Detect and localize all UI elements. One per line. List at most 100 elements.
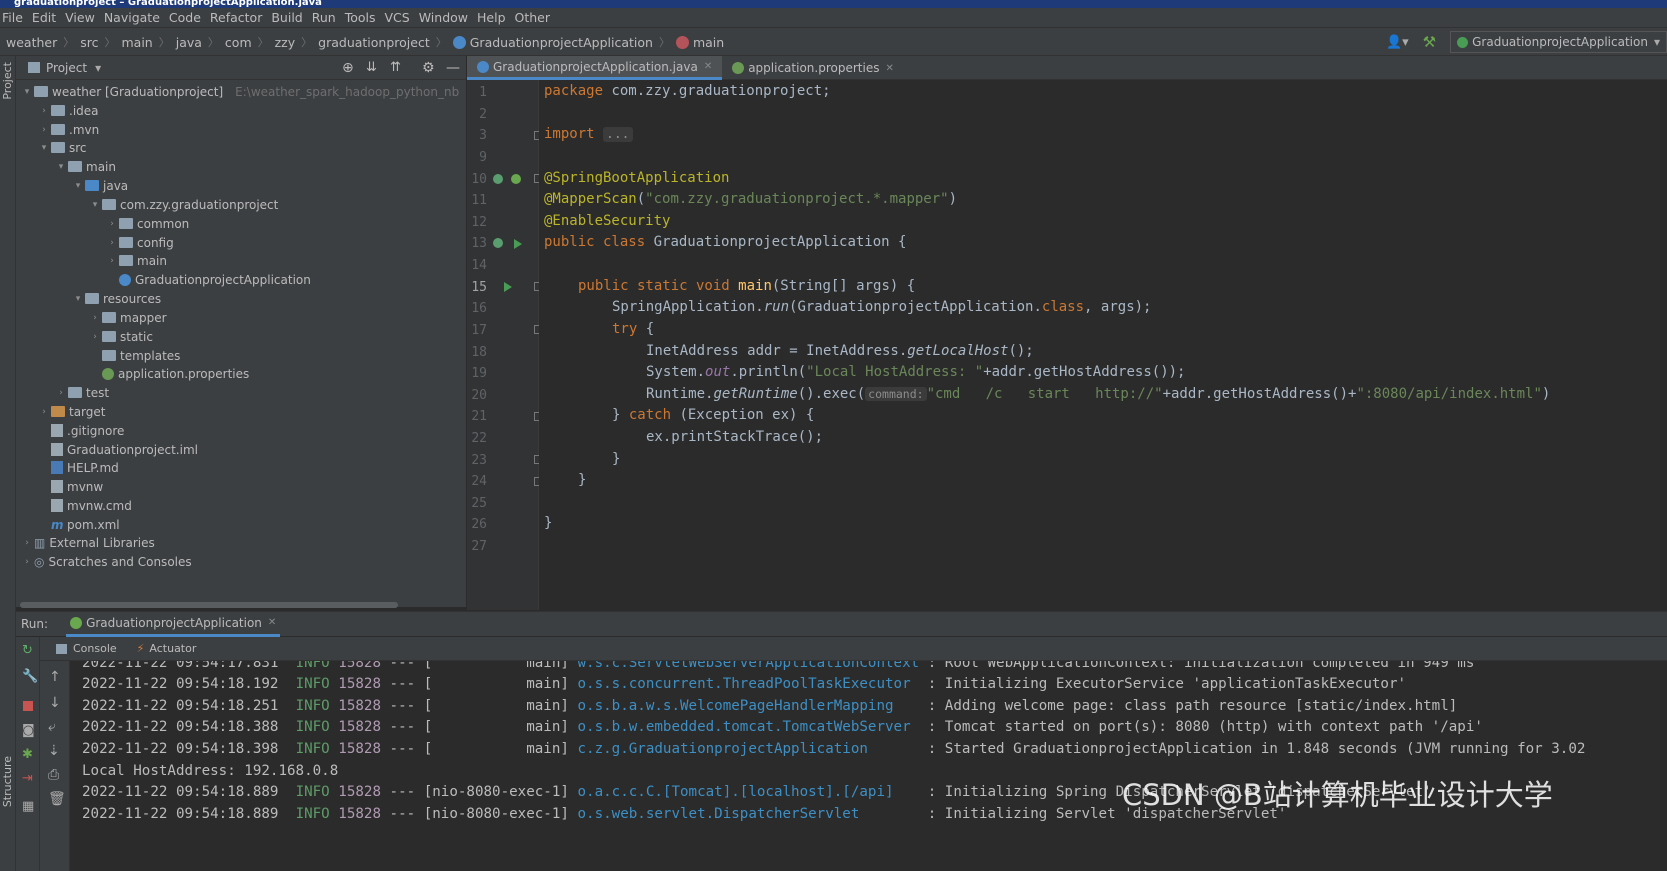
scroll-to-end-icon[interactable]: ⇣ — [48, 743, 60, 759]
tree-item[interactable]: › target — [16, 402, 466, 421]
line-number: 24 — [471, 474, 487, 489]
close-icon[interactable]: ✕ — [268, 617, 276, 628]
menu-other[interactable]: Other — [515, 10, 551, 25]
run-configuration-select[interactable]: GraduationprojectApplication ▾ — [1450, 31, 1667, 53]
exit-icon[interactable]: ⇥ — [22, 771, 33, 786]
debug-icon[interactable]: ✱ — [22, 747, 33, 762]
tree-item-selected[interactable]: application.properties — [16, 364, 466, 383]
soft-wrap-icon[interactable]: ⤶ — [48, 719, 56, 735]
chevron-down-icon[interactable]: ▾ — [95, 61, 101, 75]
tree-item[interactable]: .gitignore — [16, 421, 466, 440]
print-icon[interactable]: ⎙ — [48, 767, 59, 783]
bean-icon[interactable] — [493, 238, 503, 248]
rerun-icon[interactable]: ↻ — [22, 643, 33, 658]
tree-item[interactable]: › ◎ Scratches and Consoles — [16, 552, 466, 571]
menu-view[interactable]: View — [65, 10, 95, 25]
run-class-icon[interactable] — [514, 239, 522, 249]
tree-item[interactable]: › config — [16, 233, 466, 252]
close-icon[interactable]: ✕ — [704, 61, 712, 72]
left-tool-strip: Project Structure — [0, 56, 16, 871]
breadcrumb-item[interactable]: graduationproject — [318, 35, 430, 50]
window-title-bar: graduationproject – GraduationprojectApp… — [0, 0, 1667, 8]
menu-run[interactable]: Run — [312, 10, 336, 25]
trash-icon[interactable]: 🗑 — [48, 791, 66, 807]
tree-item[interactable]: ▾ java — [16, 176, 466, 195]
tree-item[interactable]: › static — [16, 327, 466, 346]
stop-icon[interactable] — [23, 701, 33, 711]
tree-item[interactable]: mvnw — [16, 477, 466, 496]
tree-item[interactable]: m pom.xml — [16, 515, 466, 534]
breadcrumb-item[interactable]: com — [225, 35, 252, 50]
locate-icon[interactable]: ⊕ — [342, 60, 354, 76]
run-tab-graduationproject-application[interactable]: GraduationprojectApplication ✕ — [66, 612, 281, 637]
tree-item[interactable]: templates — [16, 346, 466, 365]
bean-icon[interactable] — [493, 174, 503, 184]
breadcrumb-item[interactable]: java — [176, 35, 202, 50]
menu-window[interactable]: Window — [419, 10, 468, 25]
layout-icon[interactable]: ▦ — [22, 799, 34, 814]
expand-all-icon[interactable]: ⇊ — [366, 60, 377, 75]
camera-icon[interactable]: ◙ — [22, 723, 35, 738]
menu-file[interactable]: File — [2, 10, 23, 25]
build-hammer-icon[interactable]: ⚒ — [1423, 33, 1436, 51]
tab-console[interactable]: Console — [73, 642, 117, 655]
breadcrumb-item[interactable]: GraduationprojectApplication — [470, 35, 653, 50]
tree-item-root[interactable]: ▾ weather [Graduationproject] E:\weather_s… — [16, 82, 466, 101]
menu-edit[interactable]: Edit — [32, 10, 56, 25]
wrench-icon[interactable]: 🔧 — [22, 669, 38, 684]
tree-item[interactable]: › common — [16, 214, 466, 233]
arrow-up-icon[interactable]: ↑ — [49, 669, 61, 685]
spring-icon[interactable] — [511, 174, 521, 184]
close-icon[interactable]: ✕ — [885, 63, 893, 74]
tree-item[interactable]: ▾ src — [16, 138, 466, 157]
tab-application-properties[interactable]: application.properties ✕ — [722, 56, 904, 80]
breadcrumb-item[interactable]: src — [80, 35, 98, 50]
breadcrumb-item[interactable]: main — [693, 35, 724, 50]
method-icon — [675, 35, 689, 49]
tree-item[interactable]: › .mvn — [16, 120, 466, 139]
menu-tools[interactable]: Tools — [345, 10, 376, 25]
run-main-icon[interactable] — [504, 282, 512, 292]
hide-panel-icon[interactable]: — — [446, 60, 460, 76]
line-number: 11 — [471, 193, 487, 208]
menu-vcs[interactable]: VCS — [385, 10, 410, 25]
project-panel-title[interactable]: Project — [46, 61, 87, 75]
line-number: 18 — [471, 345, 487, 360]
gear-icon[interactable]: ⚙ — [422, 60, 435, 76]
breadcrumb-item[interactable]: weather — [6, 35, 57, 50]
tree-item[interactable]: Graduationproject.iml — [16, 440, 466, 459]
horizontal-scrollbar[interactable] — [20, 602, 398, 608]
package-icon — [119, 237, 133, 248]
tree-item[interactable]: › test — [16, 383, 466, 402]
tree-item[interactable]: GraduationprojectApplication — [16, 270, 466, 289]
code-line: SpringApplication.run(GraduationprojectA… — [612, 299, 1152, 315]
project-tool-window-button[interactable]: Project — [1, 62, 14, 100]
user-icon[interactable]: 👤▾ — [1386, 35, 1409, 50]
menu-code[interactable]: Code — [169, 10, 201, 25]
tree-item[interactable]: › .idea — [16, 101, 466, 120]
menu-refactor[interactable]: Refactor — [210, 10, 262, 25]
file-icon — [51, 424, 63, 437]
code-editor[interactable]: package com.zzy.graduationproject; impor… — [539, 80, 1667, 610]
tab-actuator[interactable]: Actuator — [149, 642, 196, 655]
tab-graduationproject-application[interactable]: GraduationprojectApplication.java ✕ — [467, 56, 723, 80]
arrow-down-icon[interactable]: ↓ — [49, 695, 61, 711]
tree-item[interactable]: HELP.md — [16, 458, 466, 477]
collapse-all-icon[interactable]: ⇈ — [390, 60, 401, 75]
breadcrumb-item[interactable]: main — [121, 35, 152, 50]
menu-navigate[interactable]: Navigate — [104, 10, 160, 25]
tree-item[interactable]: ▾ resources — [16, 289, 466, 308]
tree-item[interactable]: mvnw.cmd — [16, 496, 466, 515]
breadcrumb-item[interactable]: zzy — [275, 35, 296, 50]
tree-item[interactable]: › ▥ External Libraries — [16, 533, 466, 552]
console-output[interactable]: 2022-11-22 09:54:17.831 INFO 15828 --- [… — [70, 661, 1667, 871]
structure-tool-window-button[interactable]: Structure — [1, 756, 14, 807]
menu-build[interactable]: Build — [271, 10, 302, 25]
folder-icon — [51, 105, 65, 116]
menu-help[interactable]: Help — [477, 10, 506, 25]
tree-item[interactable]: › mapper — [16, 308, 466, 327]
tree-item[interactable]: ▾ main — [16, 157, 466, 176]
tree-item[interactable]: ▾ com.zzy.graduationproject — [16, 195, 466, 214]
spring-run-icon — [70, 616, 83, 629]
tree-item[interactable]: › main — [16, 251, 466, 270]
